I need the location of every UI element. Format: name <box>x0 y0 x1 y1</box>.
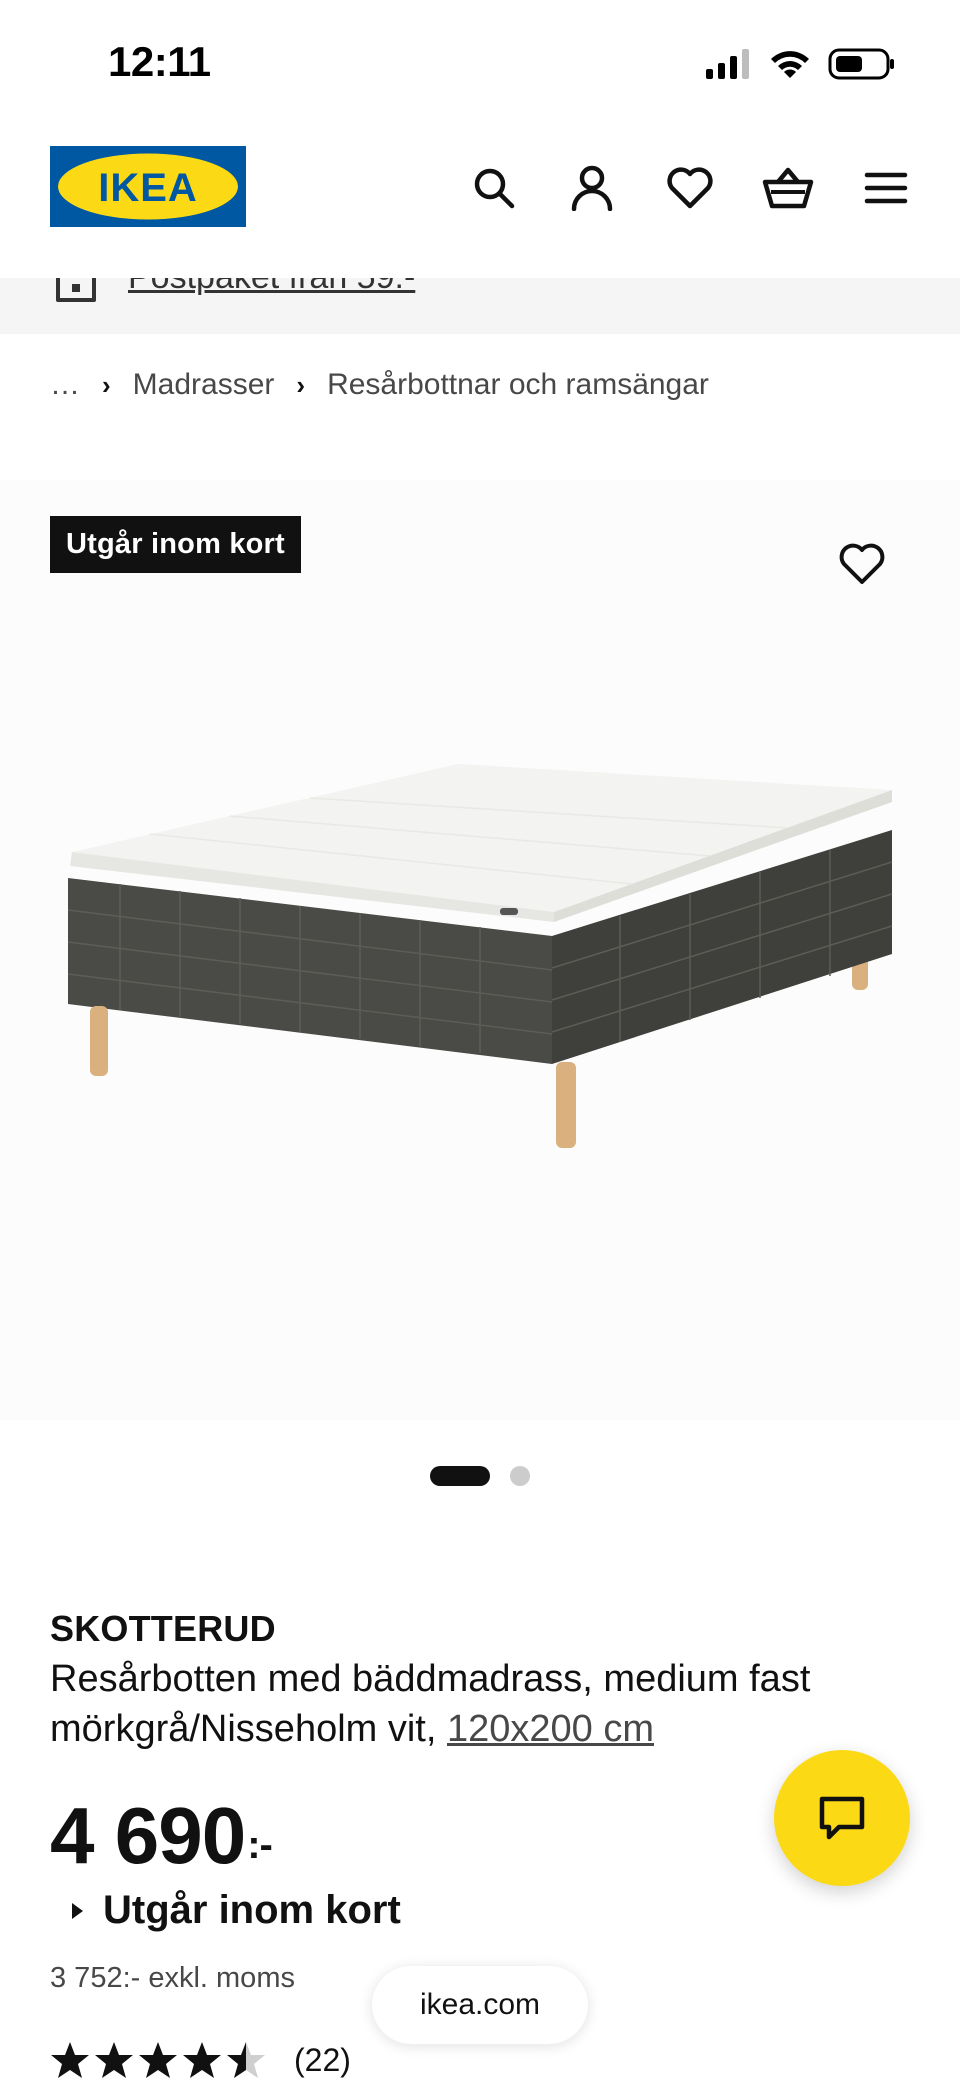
status-icons <box>704 44 896 84</box>
parcel-icon <box>56 278 96 302</box>
breadcrumb-resarbottnar[interactable]: Resårbottnar och ramsängar <box>327 368 709 402</box>
svg-text:IKEA: IKEA <box>98 166 198 210</box>
account-button[interactable] <box>564 160 620 216</box>
cellular-signal-icon <box>706 49 749 79</box>
status-bar: 12:11 <box>0 0 960 120</box>
breadcrumb: … › Madrasser › Resårbottnar och ramsäng… <box>50 368 709 402</box>
price-amount: 4 690 <box>50 1791 246 1880</box>
basket-button[interactable] <box>760 160 816 216</box>
product-description-text: Resårbotten med bäddmadrass, medium fast… <box>50 1658 811 1750</box>
caret-right-icon <box>72 1902 83 1919</box>
delivery-notice[interactable]: Postpaket från 59:- <box>0 278 960 334</box>
search-button[interactable] <box>466 160 522 216</box>
chat-icon <box>819 1796 865 1840</box>
availability-toggle[interactable]: Utgår inom kort <box>72 1888 401 1933</box>
ikea-logo[interactable]: IKEA <box>50 146 246 227</box>
product-price: 4 690:- <box>50 1790 273 1882</box>
review-count[interactable]: (22) <box>294 2042 351 2078</box>
basket-icon <box>762 167 814 209</box>
heart-icon <box>839 543 885 584</box>
star-full-icon <box>95 2042 133 2078</box>
account-icon <box>571 165 613 211</box>
chat-button[interactable] <box>774 1750 910 1886</box>
star-full-icon <box>139 2042 177 2078</box>
price-currency: :- <box>247 1823 273 1867</box>
add-to-favourites-button[interactable] <box>822 528 902 600</box>
star-half-icon <box>227 2042 265 2078</box>
carousel-dot[interactable] <box>510 1466 530 1486</box>
breadcrumb-ellipsis[interactable]: … <box>50 368 80 402</box>
search-icon <box>474 168 515 209</box>
status-time: 12:11 <box>108 38 211 85</box>
header-icons <box>466 160 914 216</box>
star-full-icon <box>183 2042 221 2078</box>
favourites-button[interactable] <box>662 160 718 216</box>
chevron-right-icon: › <box>296 369 306 400</box>
menu-icon <box>864 172 908 204</box>
product-name: SKOTTERUD <box>50 1608 276 1649</box>
product-image-bed <box>67 764 893 1148</box>
product-description: Resårbotten med bäddmadrass, medium fast… <box>50 1654 910 1754</box>
discontinued-badge: Utgår inom kort <box>50 516 301 573</box>
site-header: IKEA <box>0 120 960 278</box>
star-full-icon <box>51 2042 89 2078</box>
carousel-dot-active[interactable] <box>430 1466 490 1486</box>
wifi-icon <box>771 51 809 78</box>
favourites-icon <box>667 167 713 209</box>
browser-url-bar[interactable]: ikea.com <box>372 1966 588 2044</box>
price-ex-vat: 3 752:- exkl. moms <box>50 1962 295 1994</box>
battery-icon <box>828 48 894 80</box>
chevron-right-icon: › <box>102 369 111 400</box>
size-link[interactable]: 120x200 cm <box>447 1708 654 1750</box>
product-rating[interactable]: (22) <box>50 2040 351 2078</box>
menu-button[interactable] <box>858 160 914 216</box>
carousel-indicator <box>430 1466 530 1486</box>
delivery-notice-text[interactable]: Postpaket från 59:- <box>128 278 415 297</box>
breadcrumb-madrasser[interactable]: Madrasser <box>133 368 275 402</box>
availability-status: Utgår inom kort <box>103 1888 401 1932</box>
